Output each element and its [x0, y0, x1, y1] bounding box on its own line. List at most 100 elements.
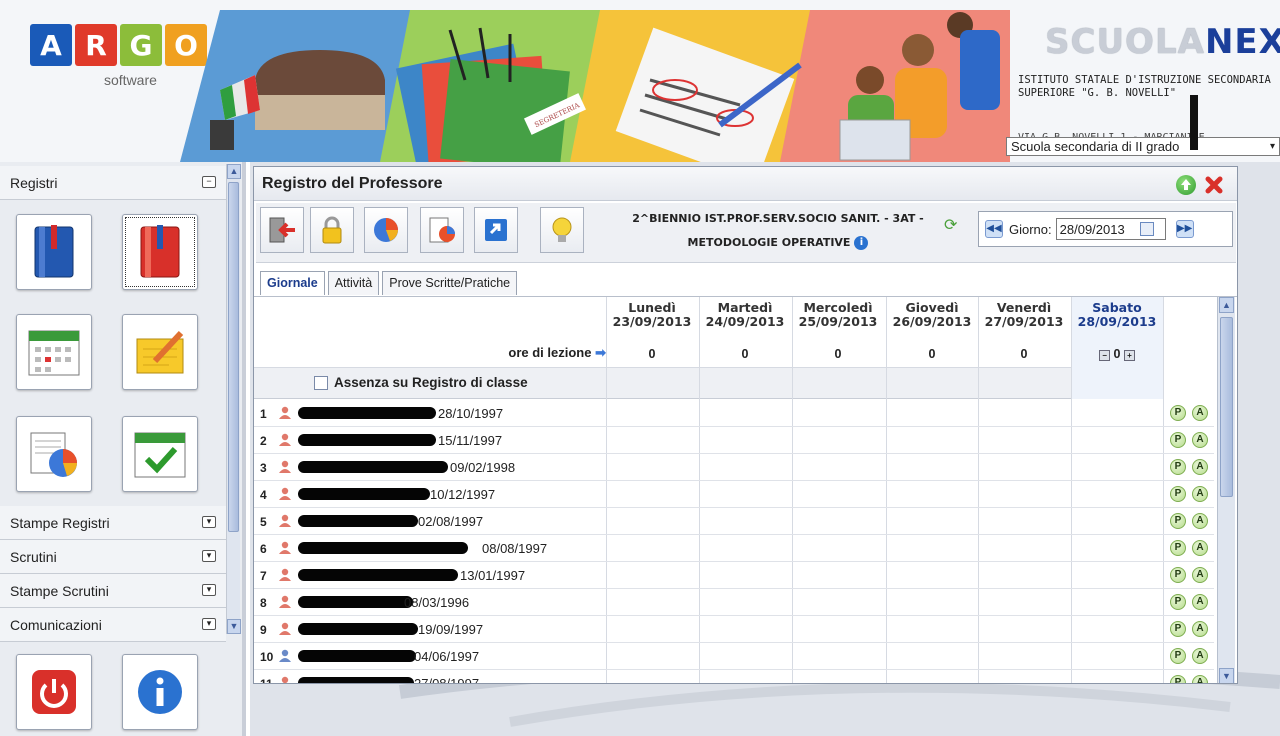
present-icon[interactable]: P [1170, 432, 1186, 448]
scrollbar-thumb[interactable] [1220, 317, 1233, 497]
absent-icon[interactable]: A [1192, 567, 1208, 583]
sidebar-section-stampe-registri[interactable]: Stampe Registri ▾ [0, 506, 226, 540]
absent-icon[interactable]: A [1192, 621, 1208, 637]
school-name: ISTITUTO STATALE D'ISTRUZIONE SECONDARIA… [1018, 74, 1271, 99]
absent-icon[interactable]: A [1192, 459, 1208, 475]
day-column-header[interactable]: Martedì 24/09/2013 [699, 301, 791, 329]
tab-attivita[interactable]: Attività [327, 271, 380, 295]
student-row[interactable]: 5 02/08/1997 P A [254, 508, 1214, 535]
next-day-icon[interactable]: ▶▶ [1175, 220, 1194, 238]
absent-icon[interactable]: A [1192, 405, 1208, 421]
close-icon[interactable] [1204, 175, 1224, 195]
calendar-check-icon[interactable] [122, 416, 198, 492]
absent-icon[interactable]: A [1192, 432, 1208, 448]
present-icon[interactable]: P [1170, 405, 1186, 421]
expand-icon[interactable]: ▾ [202, 618, 216, 630]
student-row[interactable]: 7 13/01/1997 P A [254, 562, 1214, 589]
sidebar-section-label: Comunicazioni [10, 616, 102, 633]
text-cursor [1190, 95, 1198, 150]
minus-icon[interactable]: − [1099, 350, 1111, 361]
pie-chart-icon[interactable] [364, 207, 408, 253]
student-row[interactable]: 6 08/08/1997 P A [254, 535, 1214, 562]
calendar-picker-icon[interactable] [1139, 222, 1154, 236]
power-icon[interactable] [16, 654, 92, 730]
present-icon[interactable]: P [1170, 513, 1186, 529]
tab-giornale[interactable]: Giornale [260, 271, 325, 295]
present-icon[interactable]: P [1170, 567, 1186, 583]
day-column-header[interactable]: Mercoledì 25/09/2013 [792, 301, 884, 329]
sidebar-scrollbar[interactable]: ▲ ▼ [226, 164, 241, 634]
register-blue-icon[interactable] [16, 214, 92, 290]
student-row[interactable]: 10 04/06/1997 P A [254, 643, 1214, 670]
lightbulb-icon[interactable] [540, 207, 584, 253]
student-row[interactable]: 1 28/10/1997 P A [254, 400, 1214, 427]
tab-prove[interactable]: Prove Scritte/Pratiche [382, 271, 518, 295]
register-red-icon[interactable] [122, 214, 198, 290]
report-icon[interactable] [420, 207, 464, 253]
scroll-up-icon[interactable]: ▲ [1219, 297, 1234, 313]
student-row[interactable]: 3 09/02/1998 P A [254, 454, 1214, 481]
present-icon[interactable]: P [1170, 675, 1186, 683]
sidebar-section-stampe-scrutini[interactable]: Stampe Scrutini ▾ [0, 574, 226, 608]
chevron-down-icon[interactable]: ▾ [1270, 141, 1275, 152]
present-icon[interactable]: P [1170, 648, 1186, 664]
refresh-icon[interactable]: ⟳ [944, 215, 957, 235]
student-row[interactable]: 2 15/11/1997 P A [254, 427, 1214, 454]
present-icon[interactable]: P [1170, 486, 1186, 502]
grid-scrollbar[interactable]: ▲ ▼ [1217, 297, 1235, 683]
sidebar-section-scrutini[interactable]: Scrutini ▾ [0, 540, 226, 574]
day-column-header[interactable]: Lunedì 23/09/2013 [606, 301, 698, 329]
info-icon[interactable] [122, 654, 198, 730]
student-row[interactable]: 9 19/09/1997 P A [254, 616, 1214, 643]
student-number: 9 [260, 623, 267, 637]
expand-icon[interactable]: ▾ [202, 550, 216, 562]
export-icon[interactable] [474, 207, 518, 253]
absent-icon[interactable]: A [1192, 513, 1208, 529]
notepad-pencil-icon[interactable] [122, 314, 198, 390]
present-icon[interactable]: P [1170, 621, 1186, 637]
assenza-checkbox[interactable] [314, 375, 328, 390]
scroll-down-icon[interactable]: ▼ [1219, 668, 1234, 683]
report-chart-icon[interactable] [16, 416, 92, 492]
day-column-header[interactable]: Venerdì 27/09/2013 [978, 301, 1070, 329]
student-row[interactable]: 4 10/12/1997 P A [254, 481, 1214, 508]
sidebar-section-comunicazioni[interactable]: Comunicazioni ▾ [0, 608, 226, 642]
info-icon[interactable]: i [854, 236, 869, 250]
expand-icon[interactable]: ▾ [202, 584, 216, 596]
day-column-header[interactable]: Sabato 28/09/2013 [1071, 301, 1163, 329]
student-birthdate: 10/12/1997 [430, 487, 496, 502]
student-row[interactable]: 8 08/03/1996 P A [254, 589, 1214, 616]
absent-icon[interactable]: A [1192, 540, 1208, 556]
student-birthdate: 08/03/1996 [404, 595, 470, 610]
absent-icon[interactable]: A [1192, 594, 1208, 610]
present-icon[interactable]: P [1170, 594, 1186, 610]
day-column-header[interactable]: Giovedì 26/09/2013 [886, 301, 978, 329]
lock-icon[interactable] [310, 207, 354, 253]
lesson-hours-count[interactable]: − 0 + [1071, 347, 1163, 361]
giorno-label: Giorno: [1009, 221, 1052, 237]
expand-icon[interactable]: ▾ [202, 516, 216, 528]
collapse-icon[interactable]: − [202, 176, 216, 188]
scrollbar-thumb[interactable] [228, 182, 239, 532]
absent-icon[interactable]: A [1192, 648, 1208, 664]
tab-bar: Giornale Attività Prove Scritte/Pratiche [260, 271, 518, 295]
day-name: Mercoledì [803, 300, 873, 315]
school-address: VIA G.B. NOVELLI 1 - MARCIANISE [1018, 129, 1276, 137]
previous-day-icon[interactable]: ◀◀ [985, 220, 1003, 238]
exit-door-icon[interactable] [260, 207, 304, 253]
absent-icon[interactable]: A [1192, 675, 1208, 683]
student-row[interactable]: 11 27/08/1997 PA [254, 670, 1214, 683]
sidebar-section-label: Stampe Scrutini [10, 582, 109, 599]
absent-icon[interactable]: A [1192, 486, 1208, 502]
present-icon[interactable]: P [1170, 540, 1186, 556]
scroll-down-icon[interactable]: ▼ [227, 619, 241, 634]
user-icon [279, 460, 291, 473]
calendar-icon[interactable] [16, 314, 92, 390]
arrow-up-icon[interactable] [1176, 175, 1196, 195]
sidebar-section-registri[interactable]: Registri − [0, 166, 226, 200]
day-name: Venerdì [996, 300, 1052, 315]
plus-icon[interactable]: + [1123, 350, 1135, 361]
scroll-up-icon[interactable]: ▲ [227, 164, 241, 179]
school-type-select[interactable]: Scuola secondaria di II grado ▾ [1006, 137, 1280, 156]
present-icon[interactable]: P [1170, 459, 1186, 475]
